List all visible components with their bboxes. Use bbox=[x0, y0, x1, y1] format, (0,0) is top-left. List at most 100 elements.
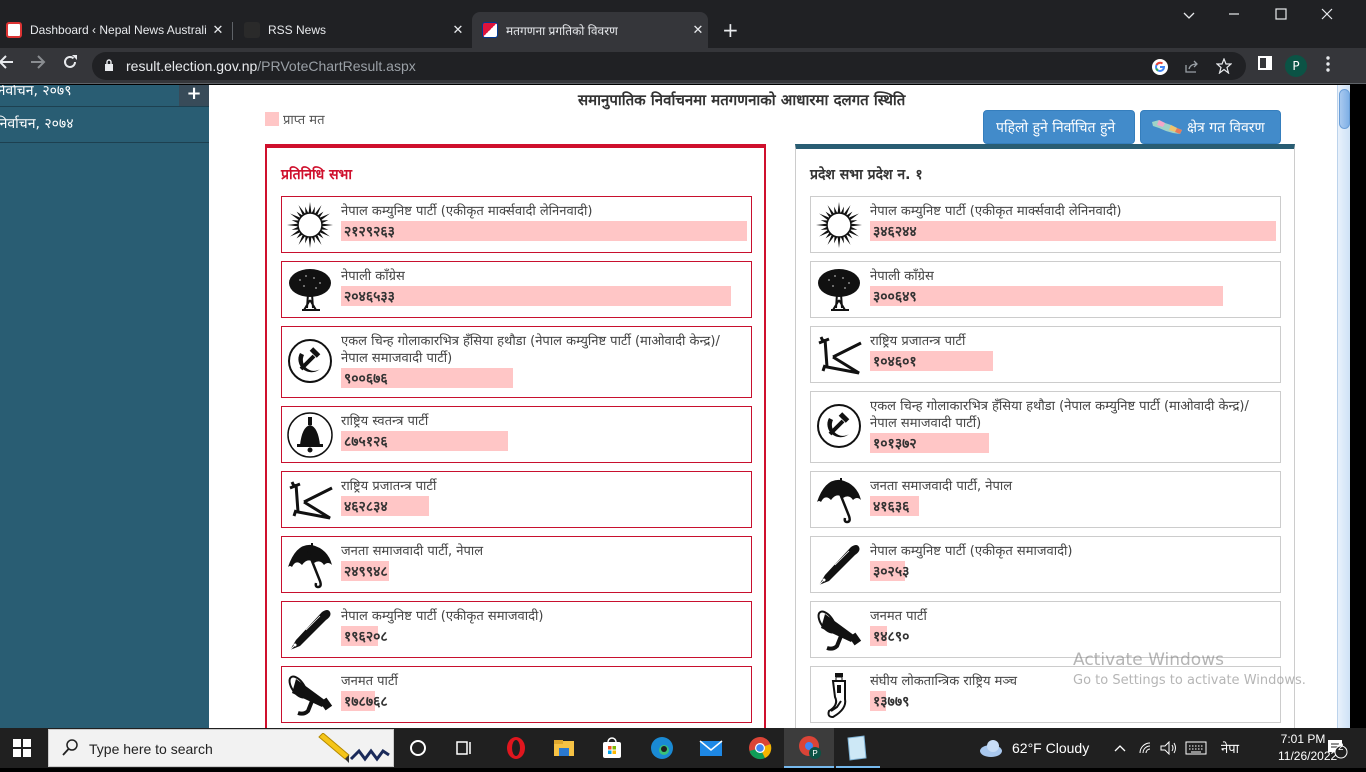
party-name: राष्ट्रिय स्वतन्त्र पार्टी bbox=[341, 414, 429, 429]
province-assembly-panel: प्रदेश सभा प्रदेश न. १ नेपाल कम्युनिष्ट … bbox=[795, 144, 1295, 728]
cortana-icon[interactable] bbox=[404, 734, 432, 762]
tab-vote-count[interactable]: मतगणना प्रगतिको विवरण ✕ bbox=[472, 12, 708, 48]
taskbar-search-box[interactable]: Type here to search bbox=[48, 729, 394, 767]
opera-icon[interactable] bbox=[502, 734, 530, 762]
scrollbar-thumb[interactable] bbox=[1339, 89, 1350, 129]
party-result-row: एकल चिन्ह गोलाकारभित्र हँसिया हथौडा (नेप… bbox=[281, 326, 752, 398]
party-result-row: राष्ट्रिय प्रजातन्त्र पार्टी ४६२८३४ bbox=[281, 471, 752, 528]
party-result-row: नेपाल कम्युनिष्ट पार्टी (एकीकृत मार्क्सव… bbox=[281, 196, 752, 253]
vote-bar-track: १४८९० bbox=[870, 626, 1276, 646]
network-icon[interactable] bbox=[1138, 728, 1154, 768]
notepad-icon[interactable] bbox=[836, 728, 880, 768]
panel-title: प्रदेश सभा प्रदेश न. १ bbox=[810, 167, 923, 183]
vote-bar-track: ८७५१२६ bbox=[341, 431, 747, 451]
forward-button[interactable] bbox=[26, 54, 50, 75]
close-tab-icon[interactable]: ✕ bbox=[688, 22, 708, 38]
edge-icon[interactable] bbox=[648, 734, 676, 762]
regional-details-button[interactable]: क्षेत्र गत विवरण bbox=[1140, 110, 1281, 144]
file-explorer-icon[interactable] bbox=[550, 734, 578, 762]
party-result-row: राष्ट्रिय स्वतन्त्र पार्टी ८७५१२६ bbox=[281, 406, 752, 463]
vote-bar-track: ४६२८३४ bbox=[341, 496, 747, 516]
microsoft-store-icon[interactable] bbox=[598, 734, 626, 762]
back-button[interactable] bbox=[0, 54, 18, 75]
show-hidden-icons[interactable] bbox=[1114, 728, 1126, 768]
party-name: जनता समाजवादी पार्टी, नेपाल bbox=[341, 544, 484, 559]
weather-widget[interactable]: 62°F Cloudy bbox=[978, 728, 1089, 768]
page-title: समानुपातिक निर्वाचनमा मतगणनाको आधारमा दल… bbox=[578, 91, 906, 109]
vote-bar-track: २१२९२६३ bbox=[341, 221, 747, 241]
vote-count: २४९९४८ bbox=[344, 564, 388, 580]
notification-center-icon[interactable]: 2 bbox=[1326, 728, 1348, 768]
vote-count: ९००६७६ bbox=[344, 371, 388, 387]
bell-symbol-icon bbox=[286, 411, 334, 459]
umbrella-symbol-icon bbox=[286, 541, 334, 589]
tab-rss-news[interactable]: RSS News ✕ bbox=[238, 12, 468, 48]
party-name: नेपाली काँग्रेस bbox=[870, 269, 934, 284]
party-name: राष्ट्रिय प्रजातन्त्र पार्टी bbox=[341, 479, 437, 494]
tree-symbol-icon bbox=[286, 266, 334, 314]
vote-bar bbox=[341, 221, 747, 241]
touch-keyboard-icon[interactable] bbox=[1185, 728, 1207, 768]
vote-bar bbox=[870, 221, 1276, 241]
chrome-menu-icon[interactable] bbox=[1318, 56, 1338, 76]
bookmark-star-icon[interactable] bbox=[1214, 57, 1234, 78]
sun-symbol-icon bbox=[286, 201, 334, 249]
system-clock[interactable]: 7:01 PM 11/26/2022 bbox=[1278, 731, 1337, 765]
party-name: नेपाल कम्युनिष्ट पार्टी (एकीकृत समाजवादी… bbox=[870, 544, 1073, 559]
side-panel-icon[interactable] bbox=[1255, 56, 1275, 76]
party-result-row: जनता समाजवादी पार्टी, नेपाल ४१६३६ bbox=[810, 471, 1281, 528]
sidebar-item-election-2079[interactable]: निर्वाचन, २०७९ + bbox=[0, 85, 209, 107]
chrome-profile-p-icon[interactable]: P bbox=[784, 728, 834, 768]
mail-icon[interactable] bbox=[697, 734, 725, 762]
chrome-icon[interactable] bbox=[746, 734, 774, 762]
vote-bar-track: १९६२०८ bbox=[341, 626, 747, 646]
new-tab-button[interactable]: + bbox=[722, 18, 739, 42]
url-bar[interactable]: result.election.gov.np/PRVoteChartResult… bbox=[92, 52, 1246, 80]
vote-bar-track: १३७७९ bbox=[870, 691, 1276, 711]
share-icon[interactable] bbox=[1182, 58, 1202, 78]
party-result-row: नेपाली काँग्रेस ३००६४९ bbox=[810, 261, 1281, 318]
close-tab-icon[interactable]: ✕ bbox=[448, 22, 468, 38]
vote-bar bbox=[341, 286, 732, 306]
url-host: result.election.gov.np bbox=[126, 58, 258, 74]
vote-count: ३०२५३ bbox=[873, 564, 910, 580]
party-results-list: नेपाल कम्युनिष्ट पार्टी (एकीकृत मार्क्सव… bbox=[810, 196, 1281, 728]
watermark-line1: Activate Windows bbox=[1073, 650, 1224, 670]
megaphone-symbol-icon bbox=[815, 606, 863, 654]
expand-plus-icon[interactable]: + bbox=[179, 85, 209, 106]
notification-count: 2 bbox=[1338, 742, 1344, 753]
party-name: नेपाली काँग्रेस bbox=[341, 269, 405, 284]
lock-icon[interactable] bbox=[104, 59, 114, 71]
vote-count: ३४६२४४ bbox=[873, 224, 917, 240]
tab-dashboard[interactable]: Dashboard ‹ Nepal News Australi ✕ bbox=[6, 12, 228, 48]
vote-bar bbox=[870, 286, 1223, 306]
close-tab-icon[interactable]: ✕ bbox=[208, 22, 228, 38]
maximize-button[interactable] bbox=[1266, 8, 1296, 24]
profile-avatar[interactable]: P bbox=[1285, 55, 1307, 77]
vote-count: २०४६५३३ bbox=[344, 289, 395, 305]
close-window-button[interactable] bbox=[1312, 8, 1342, 24]
url-text[interactable]: result.election.gov.np/PRVoteChartResult… bbox=[126, 58, 416, 74]
page-scrollbar[interactable] bbox=[1337, 85, 1350, 728]
sidebar-item-label: निर्वाचन, २०७४ bbox=[0, 116, 74, 132]
fptp-results-button[interactable]: पहिलो हुने निर्वाचित हुने bbox=[983, 110, 1135, 144]
input-language-indicator[interactable]: नेपा bbox=[1221, 728, 1239, 768]
rss-favicon-icon bbox=[244, 22, 260, 38]
nepal-map-icon bbox=[1152, 120, 1182, 134]
sidebar-item-election-2074[interactable]: निर्वाचन, २०७४ bbox=[0, 107, 209, 143]
page-content: निर्वाचन, २०७९ + निर्वाचन, २०७४ समानुपात… bbox=[0, 85, 1350, 728]
google-lens-icon[interactable] bbox=[1150, 58, 1170, 78]
windows-start-icon[interactable] bbox=[13, 739, 31, 757]
vote-bar-track: ९००६७६ bbox=[341, 368, 747, 388]
party-name: जनमत पार्टी bbox=[870, 609, 927, 624]
task-view-icon[interactable] bbox=[450, 734, 478, 762]
plough-symbol-icon bbox=[286, 476, 334, 524]
tab-search-dropdown-icon[interactable] bbox=[1174, 8, 1204, 24]
minimize-button[interactable] bbox=[1219, 8, 1249, 24]
reload-button[interactable] bbox=[58, 54, 82, 75]
volume-icon[interactable] bbox=[1160, 728, 1178, 768]
tab-title: RSS News bbox=[268, 23, 327, 37]
vote-count: २१२९२६३ bbox=[344, 224, 395, 240]
button-label: पहिलो हुने निर्वाचित हुने bbox=[996, 119, 1116, 136]
address-toolbar: result.election.gov.np/PRVoteChartResult… bbox=[0, 48, 1366, 84]
